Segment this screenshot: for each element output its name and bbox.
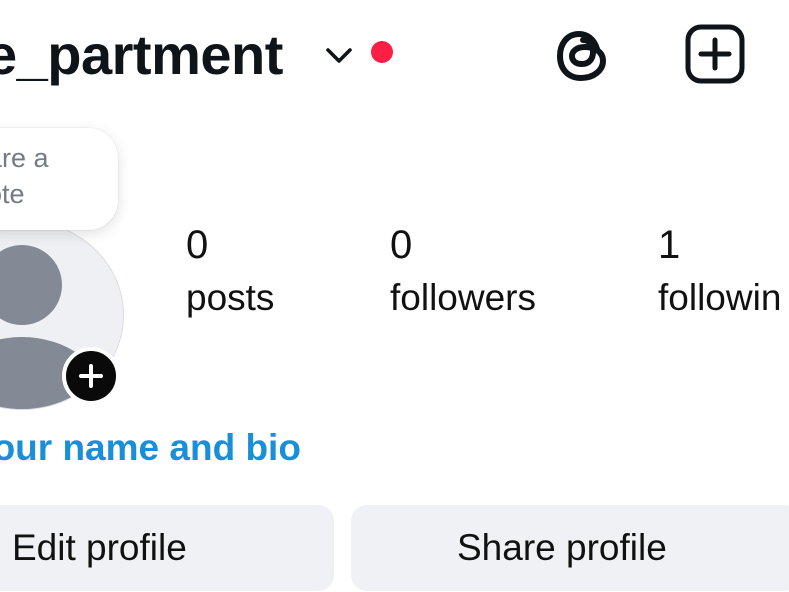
create-post-icon[interactable] bbox=[683, 22, 747, 86]
stat-following[interactable]: 1 followin bbox=[658, 220, 781, 324]
chevron-down-icon[interactable] bbox=[322, 38, 356, 72]
followers-count: 0 bbox=[390, 223, 413, 267]
share-profile-button[interactable]: Share profile bbox=[351, 505, 789, 591]
profile-screen: e_partment hare a note 0 posts 0 followe… bbox=[0, 0, 789, 592]
add-name-bio-link[interactable]: your name and bio bbox=[0, 424, 301, 472]
notification-dot bbox=[371, 41, 393, 63]
followers-label: followers bbox=[390, 277, 536, 318]
stat-followers[interactable]: 0 followers bbox=[390, 220, 536, 324]
following-label: followin bbox=[658, 277, 782, 318]
plus-icon bbox=[79, 364, 103, 388]
add-story-button[interactable] bbox=[62, 347, 120, 405]
stat-posts[interactable]: 0 posts bbox=[186, 220, 274, 324]
share-profile-label: Share profile bbox=[457, 527, 667, 568]
posts-count: 0 bbox=[186, 223, 209, 267]
username-title[interactable]: e_partment bbox=[0, 22, 283, 88]
posts-label: posts bbox=[186, 277, 275, 318]
edit-profile-label: Edit profile bbox=[12, 527, 187, 568]
threads-icon[interactable] bbox=[552, 22, 614, 88]
following-count: 1 bbox=[658, 223, 681, 267]
edit-profile-button[interactable]: Edit profile bbox=[0, 505, 334, 591]
note-placeholder: hare a note bbox=[0, 143, 49, 209]
